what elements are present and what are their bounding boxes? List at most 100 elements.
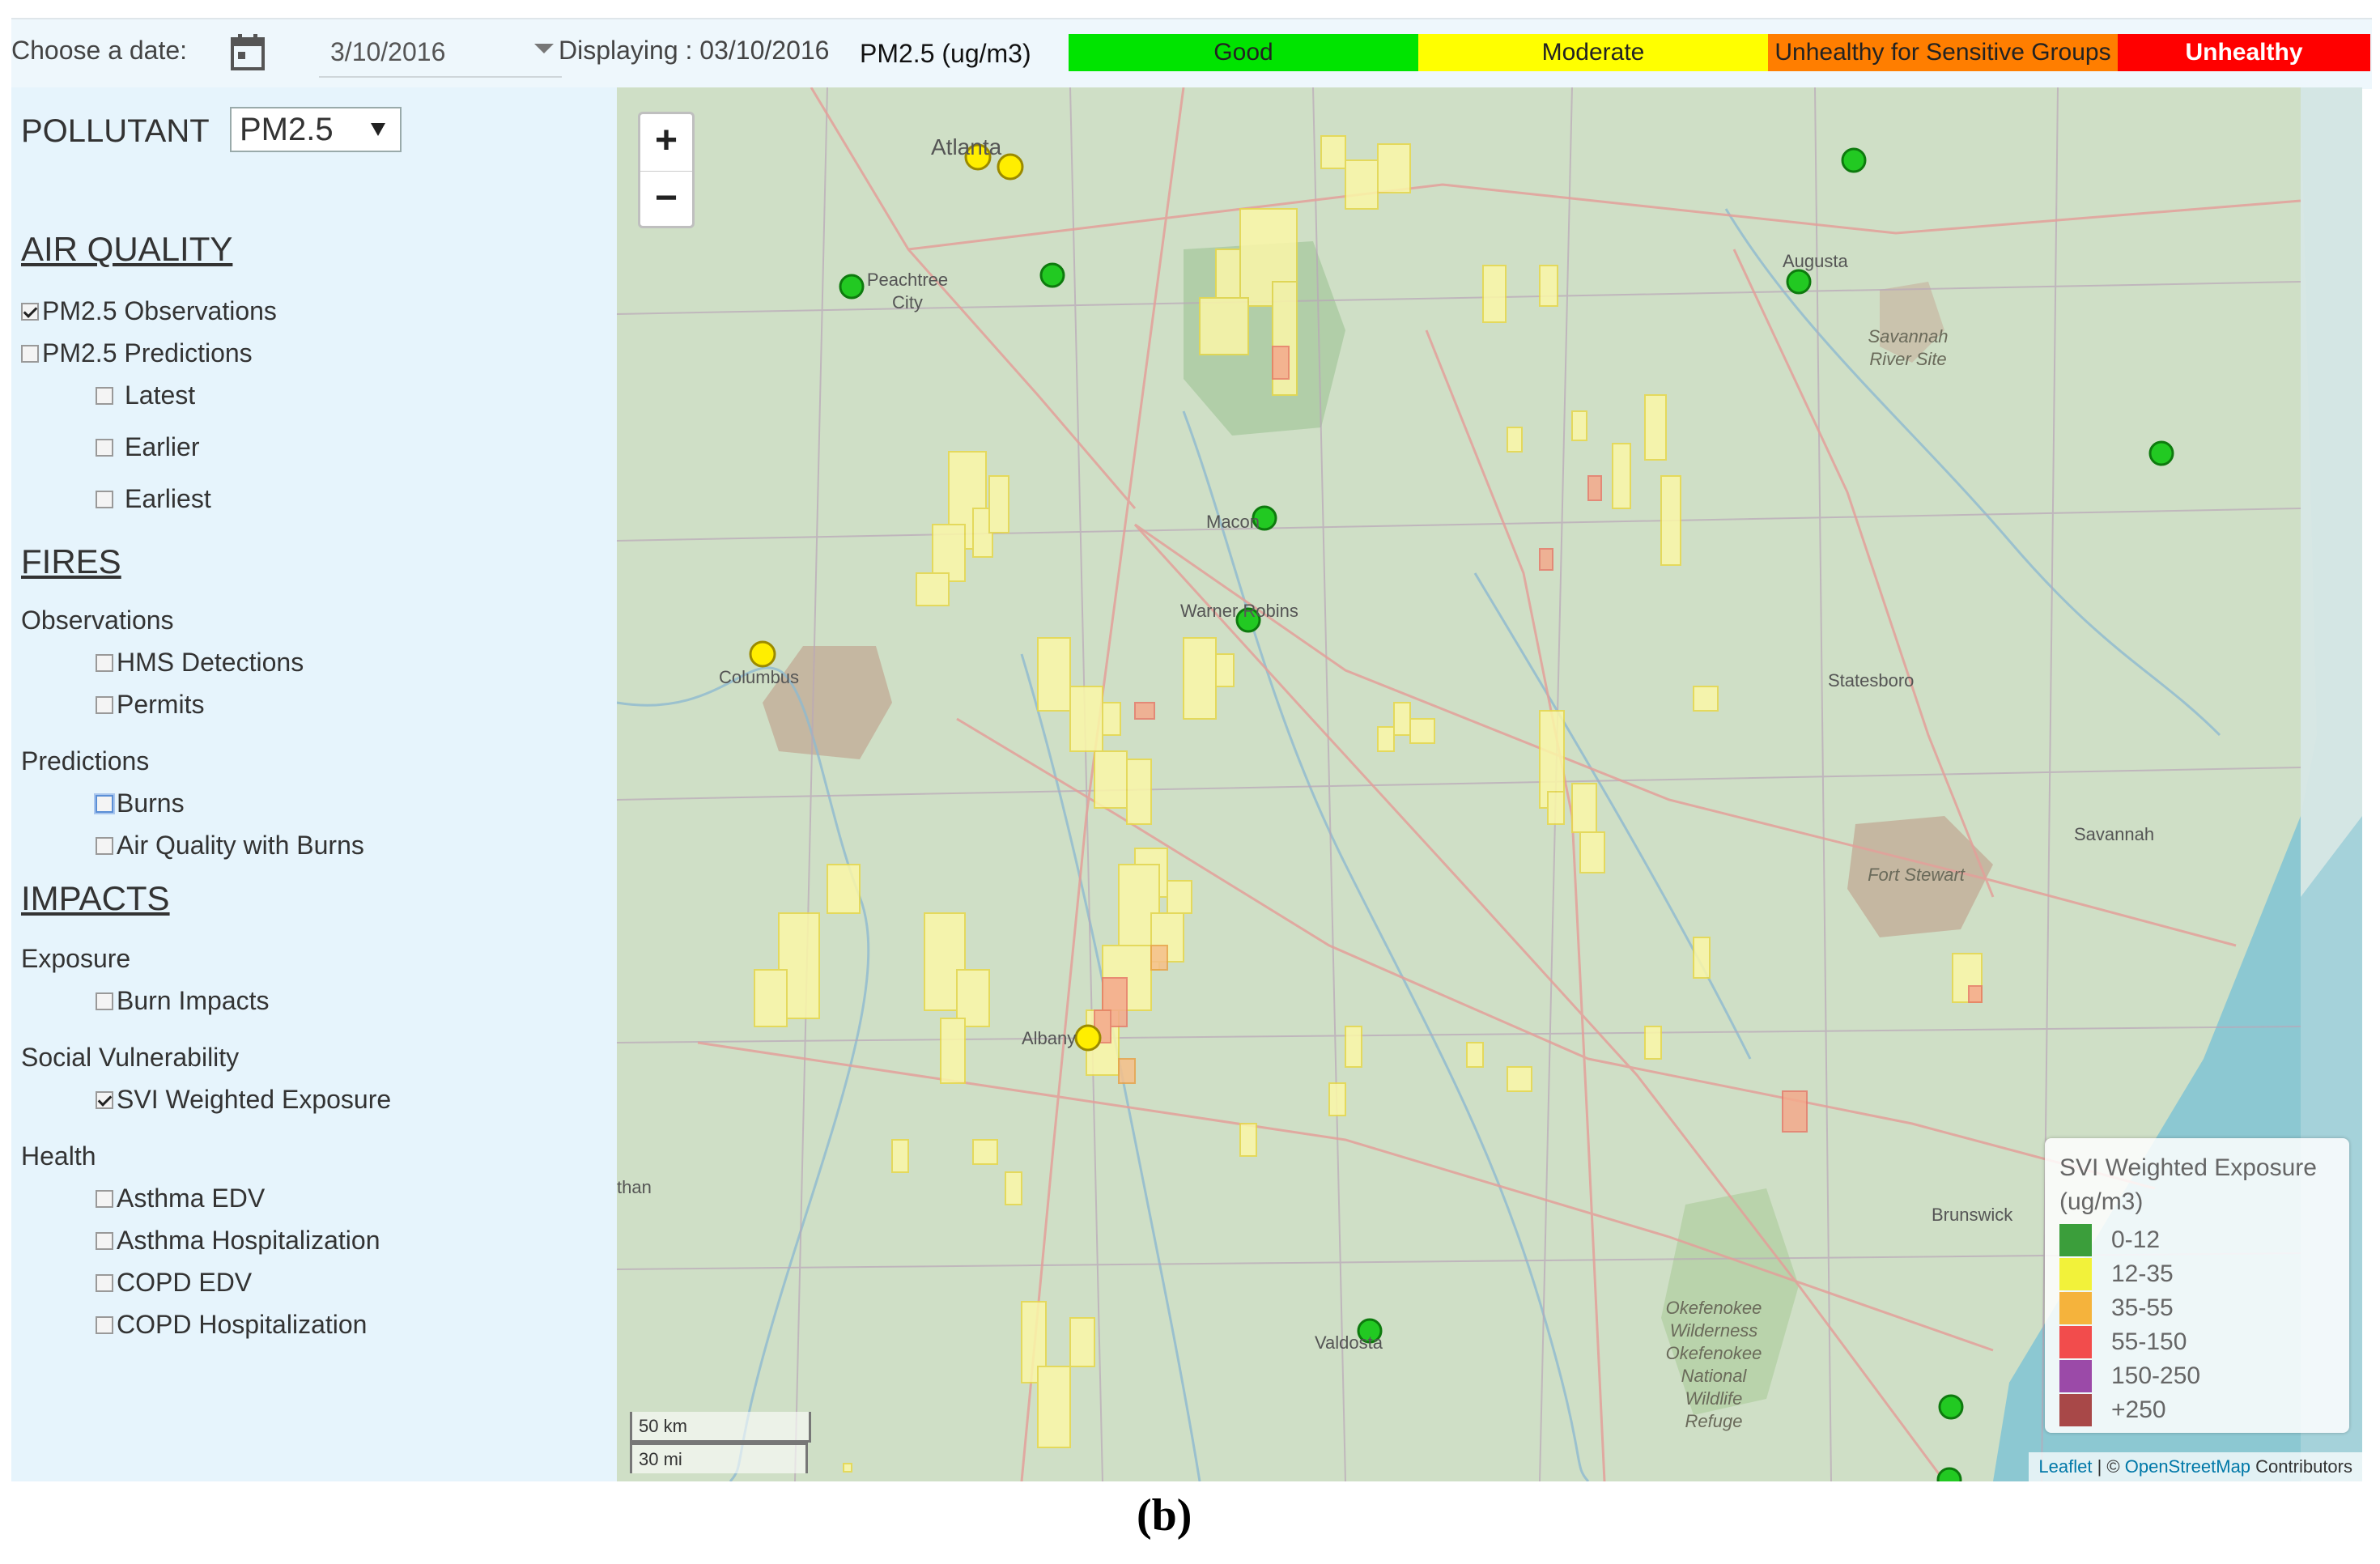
air-quality-with-burns-checkbox[interactable]: Air Quality with Burns xyxy=(96,831,364,861)
map-label-than: than xyxy=(617,1177,652,1197)
fires-heading: FIRES xyxy=(21,542,121,580)
checkbox-box[interactable] xyxy=(96,438,113,457)
checkbox-box[interactable] xyxy=(96,386,113,405)
legend-swatch xyxy=(2059,1258,2092,1290)
aqi-unhealthy: Unhealthy xyxy=(2118,34,2370,71)
impacts-heading: IMPACTS xyxy=(21,879,170,917)
checkbox-box[interactable] xyxy=(21,344,39,363)
earliest-checkbox[interactable]: Earliest xyxy=(96,484,211,514)
map-label-peachtree: Peachtree City xyxy=(866,270,949,312)
zoom-in-button[interactable]: + xyxy=(640,114,692,172)
svi-legend: SVI Weighted Exposure (ug/m3) 0-12 12-35… xyxy=(2045,1138,2349,1433)
pollutant-unit-label: PM2.5 (ug/m3) xyxy=(860,39,1031,68)
choose-date-label: Choose a date: xyxy=(11,36,188,65)
pollutant-select[interactable]: PM2.5 xyxy=(230,107,402,152)
checkbox-box[interactable] xyxy=(96,1090,113,1109)
checkbox-label: Burns xyxy=(117,788,185,818)
checkbox-label: COPD Hospitalization xyxy=(117,1310,368,1339)
aqi-scale-bar: Good Moderate Unhealthy for Sensitive Gr… xyxy=(1069,34,2370,71)
checkbox-box[interactable] xyxy=(96,1231,113,1250)
map-label-augusta: Augusta xyxy=(1783,251,1848,271)
legend-swatch xyxy=(2059,1394,2092,1426)
attribution-contributors: Contributors xyxy=(2250,1456,2352,1477)
calendar-icon[interactable] xyxy=(230,32,266,71)
svi-weighted-exposure-checkbox[interactable]: SVI Weighted Exposure xyxy=(96,1085,391,1115)
checkbox-label: Latest xyxy=(125,380,196,410)
checkbox-box[interactable] xyxy=(96,490,113,508)
checkbox-box[interactable] xyxy=(96,1315,113,1334)
checkbox-label: HMS Detections xyxy=(117,648,304,677)
map-label-savannah: Savannah xyxy=(2074,824,2155,844)
map-label-statesboro: Statesboro xyxy=(1828,670,1915,691)
map-label-brunswick: Brunswick xyxy=(1932,1205,2013,1225)
chevron-down-icon xyxy=(371,123,385,136)
copd-edv-checkbox[interactable]: COPD EDV xyxy=(96,1268,252,1298)
map-label-columbus: Columbus xyxy=(719,667,800,687)
copd-hospitalization-checkbox[interactable]: COPD Hospitalization xyxy=(96,1310,367,1340)
checkbox-box[interactable] xyxy=(96,1273,113,1292)
chevron-down-icon[interactable] xyxy=(534,44,554,53)
map-label-albany: Albany xyxy=(1022,1028,1077,1048)
legend-item: +250 xyxy=(2059,1394,2166,1426)
checkbox-label: Permits xyxy=(117,690,205,719)
checkbox-box[interactable] xyxy=(96,695,113,714)
date-input[interactable]: 3/10/2016 xyxy=(319,28,562,78)
map-attribution: Leaflet | © OpenStreetMap Contributors xyxy=(2029,1452,2362,1481)
checkbox-box[interactable] xyxy=(96,794,113,813)
hms-detections-checkbox[interactable]: HMS Detections xyxy=(96,648,304,678)
date-value: 3/10/2016 xyxy=(330,37,446,66)
checkbox-label: Asthma Hospitalization xyxy=(117,1226,380,1255)
pm25-observations-checkbox[interactable]: PM2.5 Observations xyxy=(21,296,277,326)
legend-label: 12-35 xyxy=(2111,1260,2174,1287)
checkbox-box[interactable] xyxy=(96,836,113,855)
legend-item: 0-12 xyxy=(2059,1224,2160,1256)
asthma-edv-checkbox[interactable]: Asthma EDV xyxy=(96,1184,265,1213)
legend-title: SVI Weighted Exposure (ug/m3) xyxy=(2059,1154,2317,1215)
fires-observations-label: Observations xyxy=(21,606,174,635)
checkbox-box[interactable] xyxy=(96,992,113,1010)
exposure-label: Exposure xyxy=(21,944,131,973)
asthma-hospitalization-checkbox[interactable]: Asthma Hospitalization xyxy=(96,1226,380,1256)
earlier-checkbox[interactable]: Earlier xyxy=(96,432,199,462)
legend-swatch xyxy=(2059,1360,2092,1392)
zoom-out-button[interactable]: − xyxy=(640,172,692,228)
scale-control: 50 km 30 mi xyxy=(630,1412,811,1473)
checkbox-label: Earlier xyxy=(125,432,200,461)
legend-label: 55-150 xyxy=(2111,1328,2187,1355)
aqi-moderate: Moderate xyxy=(1418,34,1768,71)
legend-label: 35-55 xyxy=(2111,1294,2174,1321)
checkbox-label: Burn Impacts xyxy=(117,986,270,1015)
social-vulnerability-label: Social Vulnerability xyxy=(21,1043,240,1072)
latest-checkbox[interactable]: Latest xyxy=(96,380,195,410)
legend-swatch xyxy=(2059,1224,2092,1256)
map-view[interactable]: + − Atlanta Peachtree City Augusta Savan… xyxy=(617,87,2362,1481)
map-label-macon: Macon xyxy=(1206,512,1260,532)
openstreetmap-link[interactable]: OpenStreetMap xyxy=(2125,1456,2250,1477)
legend-label: +250 xyxy=(2111,1396,2166,1423)
legend-item: 55-150 xyxy=(2059,1326,2187,1358)
checkbox-label: Asthma EDV xyxy=(117,1184,266,1213)
pollutant-select-value: PM2.5 xyxy=(240,112,334,147)
legend-label: 150-250 xyxy=(2111,1362,2201,1389)
legend-label: 0-12 xyxy=(2111,1226,2161,1253)
checkbox-label: PM2.5 Observations xyxy=(42,296,277,325)
top-bar: Choose a date: 3/10/2016 Displaying : 03… xyxy=(11,18,2372,89)
checkbox-box[interactable] xyxy=(96,1189,113,1208)
map-label-okefenokee: Okefenokee Wilderness Okefenokee Nationa… xyxy=(1665,1298,1762,1431)
scale-mi: 30 mi xyxy=(630,1443,808,1473)
pm25-predictions-checkbox[interactable]: PM2.5 Predictions xyxy=(21,338,253,368)
attribution-separator: | © xyxy=(2092,1456,2125,1477)
checkbox-box[interactable] xyxy=(21,302,39,321)
checkbox-box[interactable] xyxy=(96,653,113,672)
leaflet-link[interactable]: Leaflet xyxy=(2038,1456,2092,1477)
pollutant-label: POLLUTANT xyxy=(21,113,210,149)
zoom-control: + − xyxy=(638,112,695,228)
map-label-valdosta: Valdosta xyxy=(1315,1332,1383,1353)
legend-swatch xyxy=(2059,1292,2092,1324)
aqi-good: Good xyxy=(1069,34,1418,71)
burns-checkbox[interactable]: Burns xyxy=(96,788,185,818)
checkbox-label: COPD EDV xyxy=(117,1268,253,1297)
permits-checkbox[interactable]: Permits xyxy=(96,690,204,720)
legend-item: 150-250 xyxy=(2059,1360,2200,1392)
burn-impacts-checkbox[interactable]: Burn Impacts xyxy=(96,986,270,1016)
